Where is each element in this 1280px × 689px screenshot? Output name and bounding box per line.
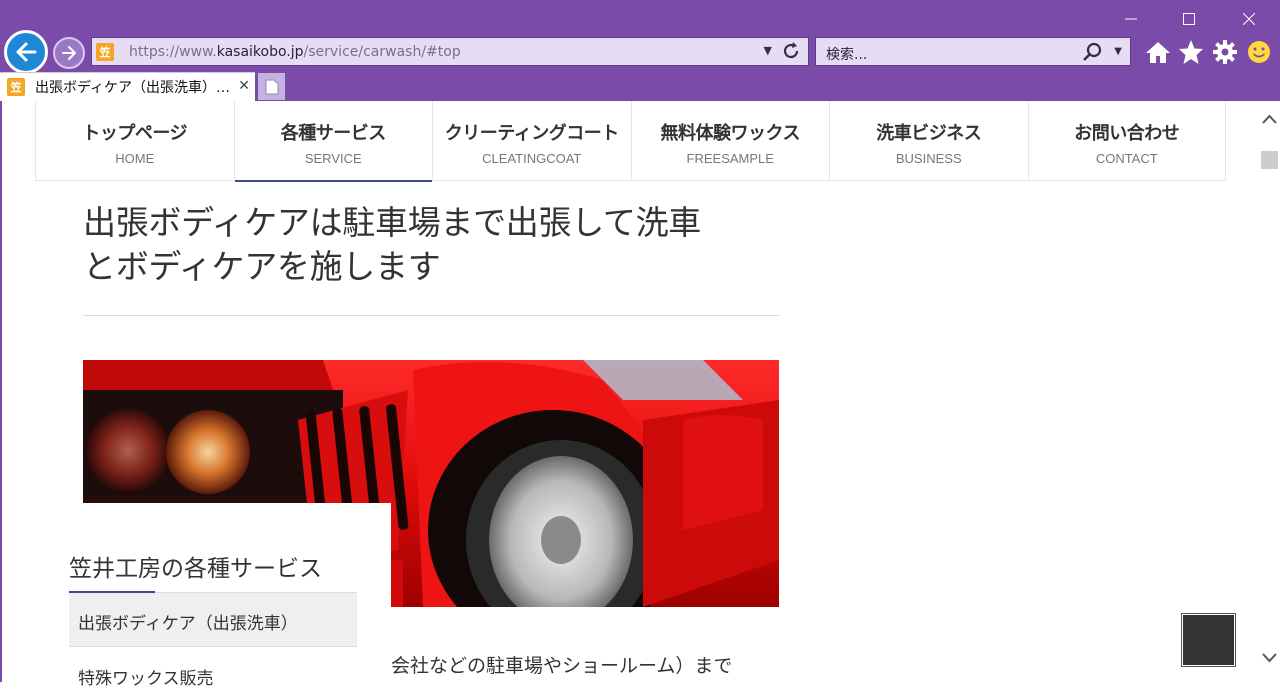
nav-item-sublabel: SERVICE — [304, 151, 362, 166]
forward-button[interactable] — [53, 37, 85, 69]
nav-item-label: お問い合わせ — [1074, 123, 1180, 144]
gear-icon — [1213, 40, 1237, 64]
arrow-left-icon — [16, 42, 37, 62]
refresh-button[interactable] — [780, 40, 802, 66]
scroll-down-icon[interactable] — [1261, 649, 1278, 666]
sidebar-item-special-wax[interactable]: 特殊ワックス販売 — [69, 648, 357, 689]
site-favicon-icon: 笠 — [96, 42, 114, 61]
home-icon — [1146, 42, 1170, 63]
tab-close-icon[interactable]: ✕ — [238, 78, 250, 94]
back-button[interactable] — [4, 30, 48, 74]
new-tab-icon — [265, 79, 278, 94]
page-title: 出張ボディケアは駐車場まで出張して洗車 とボディケアを施します — [83, 203, 702, 286]
sidebar-item-label: 特殊ワックス販売 — [78, 669, 214, 689]
vertical-scrollbar[interactable] — [1259, 101, 1280, 682]
search-dropdown-icon[interactable]: ▼ — [1114, 46, 1122, 57]
search-box[interactable]: 検索... ▼ — [815, 37, 1131, 66]
nav-item-sublabel: CONTACT — [1095, 151, 1158, 166]
nav-item-sublabel: FREESAMPLE — [686, 151, 774, 166]
settings-button[interactable] — [1211, 38, 1239, 66]
browser-tab[interactable]: 笠 出張ボディケア（出張洗車）… ✕ — [0, 72, 255, 101]
search-icon[interactable] — [1082, 41, 1104, 67]
tab-title: 出張ボディケア（出張洗車）… — [35, 80, 231, 96]
address-bar[interactable]: 笠 https://www.kasaikobo.jp/service/carwa… — [91, 37, 809, 66]
nav-item-sublabel: BUSINESS — [895, 151, 962, 166]
home-button[interactable] — [1144, 38, 1172, 66]
scroll-thumb[interactable] — [1261, 151, 1278, 169]
minimize-button[interactable] — [1108, 6, 1154, 32]
url-text: https://www.kasaikobo.jp/service/carwash… — [129, 43, 461, 60]
nav-item-label: 各種サービス — [280, 123, 386, 144]
browser-chrome: 笠 https://www.kasaikobo.jp/service/carwa… — [0, 0, 1280, 101]
star-icon — [1179, 40, 1203, 64]
nav-item-label: 洗車ビジネス — [876, 123, 982, 144]
arrow-right-icon — [62, 46, 76, 60]
nav-item-sublabel: HOME — [115, 151, 155, 166]
search-placeholder: 検索... — [826, 47, 868, 63]
scroll-up-icon[interactable] — [1261, 111, 1278, 128]
address-dropdown-icon[interactable]: ▼ — [764, 44, 772, 57]
sidebar: 笠井工房の各種サービス 出張ボディケア（出張洗車） 特殊ワックス販売 — [55, 503, 391, 689]
body-paragraph: 会社などの駐車場やショールーム）まで — [391, 655, 733, 677]
window-border — [0, 101, 2, 682]
close-icon — [1243, 13, 1255, 25]
nav-item-contact[interactable]: お問い合わせ CONTACT — [1027, 101, 1226, 181]
nav-item-label: 無料体験ワックス — [660, 123, 801, 144]
nav-item-sublabel: CLEATINGCOAT — [482, 151, 582, 166]
new-tab-button[interactable] — [258, 73, 285, 100]
maximize-button[interactable] — [1166, 6, 1212, 32]
nav-item-label: トップページ — [82, 123, 188, 144]
nav-item-cleatingcoat[interactable]: クリーティングコート CLEATINGCOAT — [432, 101, 631, 181]
nav-item-service[interactable]: 各種サービス SERVICE — [233, 101, 433, 182]
feedback-button[interactable] — [1245, 38, 1273, 66]
nav-item-home[interactable]: トップページ HOME — [35, 101, 234, 181]
title-divider — [83, 315, 779, 316]
maximize-icon — [1183, 13, 1195, 25]
close-window-button[interactable] — [1226, 6, 1272, 32]
back-to-top-button[interactable] — [1181, 613, 1236, 667]
sidebar-item-label: 出張ボディケア（出張洗車） — [78, 614, 298, 634]
minimize-icon — [1125, 18, 1137, 20]
favorites-button[interactable] — [1177, 38, 1205, 66]
sidebar-heading: 笠井工房の各種サービス — [69, 556, 322, 582]
smiley-icon — [1248, 41, 1270, 63]
refresh-icon — [783, 42, 799, 59]
tab-favicon-icon: 笠 — [7, 78, 25, 96]
sidebar-item-onsite-carwash[interactable]: 出張ボディケア（出張洗車） — [69, 593, 357, 647]
nav-item-freesample[interactable]: 無料体験ワックス FREESAMPLE — [630, 101, 830, 181]
nav-item-business[interactable]: 洗車ビジネス BUSINESS — [829, 101, 1028, 181]
global-nav: トップページ HOME 各種サービス SERVICE クリーティングコート CL… — [35, 101, 1226, 182]
nav-item-label: クリーティングコート — [444, 123, 619, 144]
